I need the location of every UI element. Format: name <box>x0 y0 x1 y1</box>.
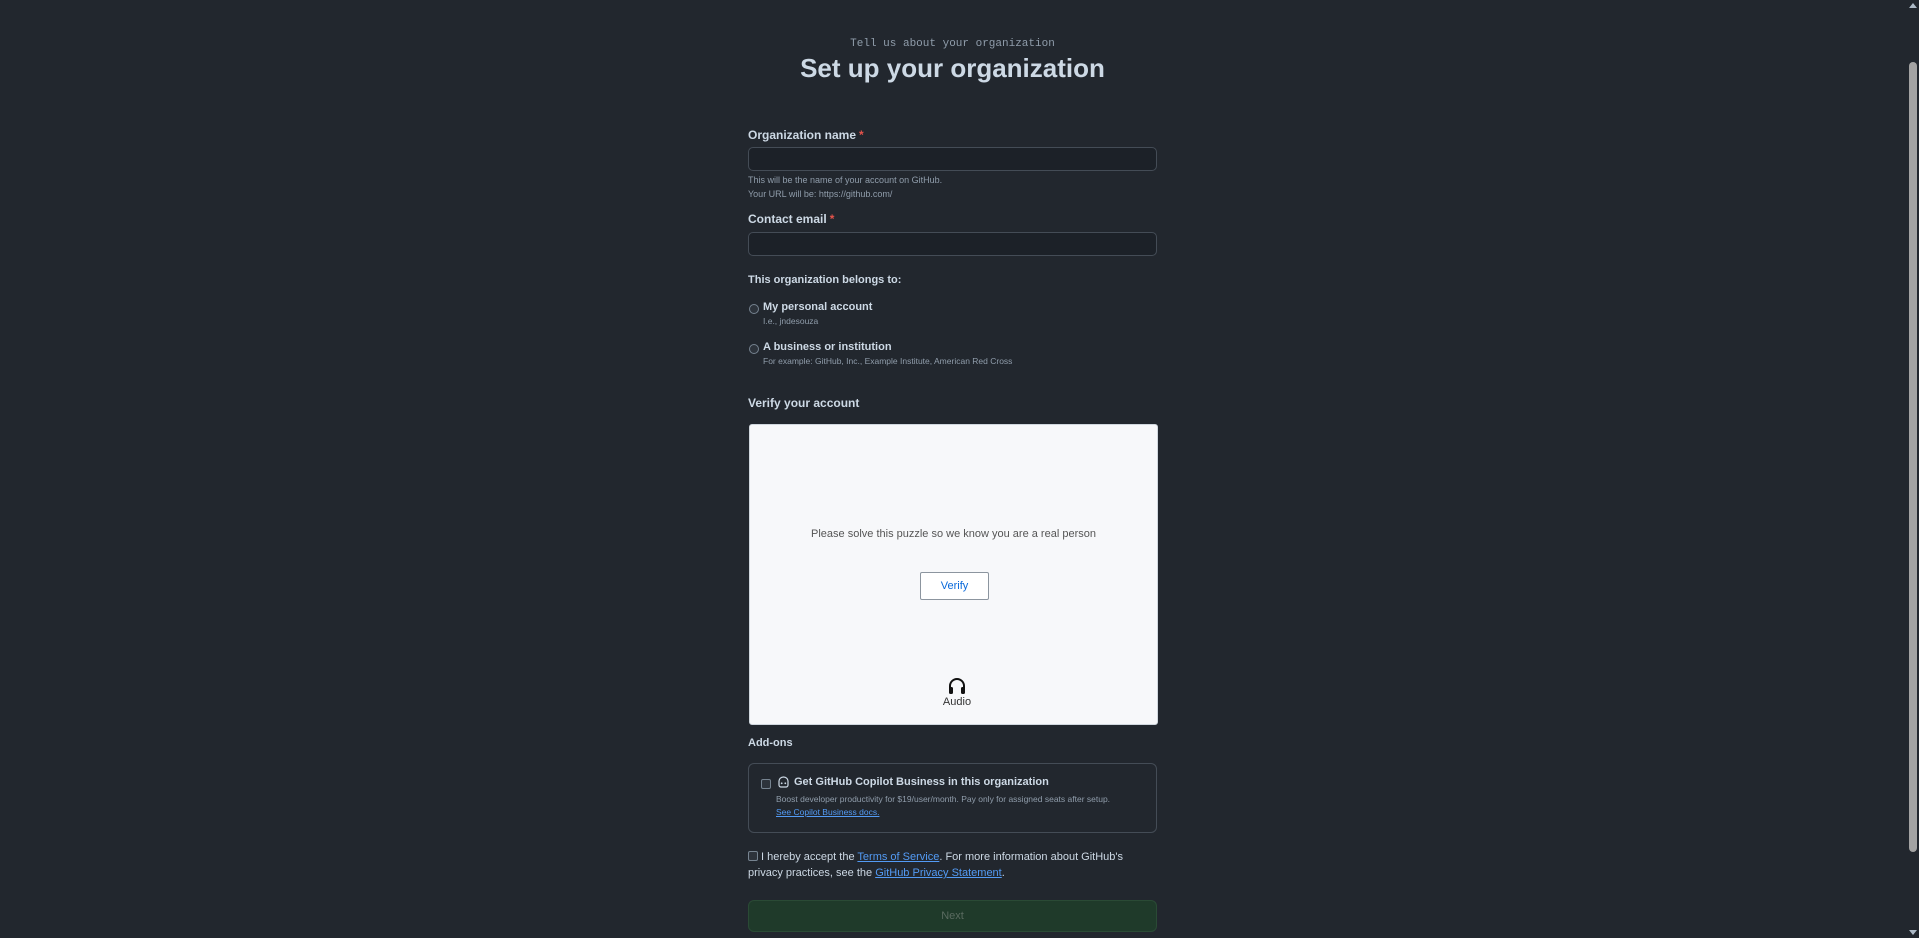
captcha-message: Please solve this puzzle so we know you … <box>811 528 1096 540</box>
verify-section-title: Verify your account <box>748 396 860 410</box>
copilot-docs-link[interactable]: See Copilot Business docs. <box>776 807 879 817</box>
addons-section-title: Add-ons <box>748 737 793 749</box>
copilot-addon-card: Get GitHub Copilot Business in this orga… <box>748 763 1157 833</box>
contact-email-label-text: Contact email <box>748 212 827 226</box>
captcha-panel: Please solve this puzzle so we know you … <box>749 424 1158 725</box>
radio-personal-account-title[interactable]: My personal account <box>763 301 872 313</box>
contact-email-input[interactable] <box>748 232 1157 256</box>
verify-button[interactable]: Verify <box>920 572 989 600</box>
scroll-down-arrow-icon[interactable] <box>1909 930 1917 935</box>
page: Tell us about your organization Set up y… <box>0 0 1919 938</box>
required-mark: * <box>859 128 864 142</box>
terms-prefix: I hereby accept the <box>761 851 855 863</box>
org-name-label: Organization name * <box>748 128 864 142</box>
scrollbar-thumb[interactable] <box>1909 62 1917 852</box>
org-name-hint: This will be the name of your account on… <box>748 175 943 185</box>
copilot-addon-title[interactable]: Get GitHub Copilot Business in this orga… <box>794 776 1049 788</box>
org-name-label-text: Organization name <box>748 128 857 142</box>
terms-acceptance: I hereby accept the Terms of Service. Fo… <box>748 849 1157 881</box>
contact-email-label: Contact email * <box>748 212 834 226</box>
next-button[interactable]: Next <box>748 900 1157 932</box>
terms-suffix: . <box>1001 867 1005 879</box>
audio-label[interactable]: Audio <box>932 696 982 708</box>
required-mark: * <box>829 212 835 226</box>
terms-checkbox[interactable] <box>748 851 758 861</box>
copilot-addon-desc: Boost developer productivity for $19/use… <box>776 794 1111 804</box>
headphones-icon[interactable] <box>947 677 967 695</box>
radio-business-title[interactable]: A business or institution <box>763 341 892 353</box>
scroll-up-arrow-icon[interactable] <box>1909 3 1917 8</box>
copilot-icon <box>778 776 789 788</box>
org-name-input[interactable] <box>748 147 1157 171</box>
page-eyebrow: Tell us about your organization <box>850 38 1055 50</box>
belongs-to-label: This organization belongs to: <box>748 274 902 286</box>
privacy-statement-link[interactable]: GitHub Privacy Statement <box>875 867 1002 879</box>
audio-challenge-button[interactable]: Audio <box>932 677 982 708</box>
org-url-hint: Your URL will be: https://github.com/ <box>748 189 893 199</box>
vertical-scrollbar[interactable] <box>1906 0 1919 938</box>
page-title: Set up your organization <box>800 53 1105 83</box>
terms-of-service-link[interactable]: Terms of Service <box>857 851 939 863</box>
copilot-addon-checkbox[interactable] <box>761 779 771 789</box>
radio-personal-account-input[interactable] <box>749 304 759 314</box>
radio-business-input[interactable] <box>749 344 759 354</box>
radio-personal-account-desc: I.e., jndesouza <box>763 316 819 326</box>
radio-business-desc: For example: GitHub, Inc., Example Insti… <box>763 356 1013 366</box>
